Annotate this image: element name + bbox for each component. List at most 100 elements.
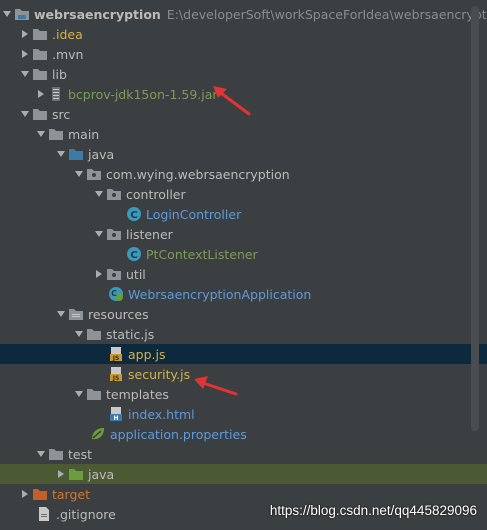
source-folder-icon [68,146,84,162]
chevron-right-icon[interactable] [54,464,68,484]
tree-label-util: util [126,266,146,282]
tree-label-index-html: index.html [128,406,195,422]
package-icon [106,186,122,202]
package-icon [86,166,102,182]
svg-text:JS: JS [112,375,120,382]
folder-icon [32,106,48,122]
js-file-icon: JS [108,346,124,362]
tree-label-test: test [68,446,93,462]
tree-label-main: main [68,126,100,142]
spring-boot-class-icon: C [108,286,124,302]
tree-row-index-html[interactable]: H index.html [0,404,487,424]
jar-icon [48,86,64,102]
vertical-scrollbar[interactable] [471,6,479,431]
chevron-down-icon[interactable] [72,384,86,404]
tree-row-templates[interactable]: templates [0,384,487,404]
tree-row-application-properties[interactable]: application.properties [0,424,487,444]
tree-row-resources[interactable]: resources [0,304,487,324]
tree-row-project[interactable]: webrsaencryption E:\developerSoft\workSp… [0,4,487,24]
tree-row-test-java[interactable]: java [0,464,487,484]
project-tree: webrsaencryption E:\developerSoft\workSp… [0,0,487,530]
excluded-folder-icon [32,486,48,502]
chevron-down-icon[interactable] [92,224,106,244]
java-class-icon: C [126,206,142,222]
svg-text:C: C [111,289,117,298]
tree-label-target: target [52,486,91,502]
test-folder-icon [68,466,84,482]
tree-label-templates: templates [106,386,169,402]
tree-row-main[interactable]: main [0,124,487,144]
chevron-right-icon[interactable] [18,44,32,64]
chevron-down-icon[interactable] [18,64,32,84]
java-class-icon: C [126,246,142,262]
tree-label-listener: listener [126,226,173,242]
chevron-right-icon[interactable] [18,24,32,44]
svg-text:JS: JS [112,355,120,362]
tree-label-application-properties: application.properties [110,426,247,442]
chevron-right-icon[interactable] [92,264,106,284]
tree-row-test[interactable]: test [0,444,487,464]
svg-text:C: C [130,250,137,261]
chevron-right-icon[interactable] [18,484,32,504]
tree-label-gitignore: .gitignore [56,506,116,522]
folder-icon [48,446,64,462]
watermark-text: https://blog.csdn.net/qq445829096 [269,503,477,518]
tree-label-test-java: java [88,466,115,482]
package-icon [106,226,122,242]
chevron-down-icon[interactable] [92,184,106,204]
tree-label-java: java [88,146,115,162]
module-folder-icon [14,6,30,22]
package-icon [106,266,122,282]
tree-row-app-js[interactable]: JS app.js [0,344,487,364]
chevron-down-icon[interactable] [54,144,68,164]
tree-row-package[interactable]: com.wying.webrsaencryption [0,164,487,184]
resources-folder-icon [68,306,84,322]
tree-label-mvn: .mvn [52,46,84,62]
tree-row-mvn[interactable]: .mvn [0,44,487,64]
js-file-icon: JS [108,366,124,382]
tree-row-login-controller[interactable]: C LoginController [0,204,487,224]
tree-row-target[interactable]: target [0,484,487,504]
tree-label-security-js: security.js [128,366,191,382]
tree-row-lib[interactable]: lib [0,64,487,84]
chevron-down-icon[interactable] [54,304,68,324]
chevron-down-icon[interactable] [72,164,86,184]
project-path: E:\developerSoft\workSpaceForIdea\webrsa… [166,6,487,22]
tree-row-context-listener[interactable]: C PtContextListener [0,244,487,264]
chevron-down-icon[interactable] [34,444,48,464]
tree-row-src[interactable]: src [0,104,487,124]
tree-label-src: src [52,106,71,122]
tree-label-idea: .idea [52,26,83,42]
chevron-down-icon[interactable] [0,4,14,24]
tree-label-package: com.wying.webrsaencryption [106,166,290,182]
chevron-down-icon[interactable] [34,124,48,144]
tree-label-app-js: app.js [128,346,166,362]
project-name: webrsaencryption [34,6,161,22]
file-icon [36,506,52,522]
tree-label-application-class: WebrsaencryptionApplication [128,286,312,302]
chevron-down-icon[interactable] [18,104,32,124]
tree-row-idea[interactable]: .idea [0,24,487,44]
tree-label-login-controller: LoginController [146,206,242,222]
chevron-right-icon[interactable] [34,84,48,104]
html-file-icon: H [108,406,124,422]
folder-icon [86,326,102,342]
tree-row-application-class[interactable]: C WebrsaencryptionApplication [0,284,487,304]
tree-row-java[interactable]: java [0,144,487,164]
tree-row-util[interactable]: util [0,264,487,284]
tree-row-static-js[interactable]: static.js [0,324,487,344]
tree-row-listener[interactable]: listener [0,224,487,244]
spring-icon [90,426,106,442]
folder-icon [32,46,48,62]
tree-label-static-js: static.js [106,326,155,342]
tree-row-security-js[interactable]: JS security.js [0,364,487,384]
folder-icon [86,386,102,402]
tree-label-lib: lib [52,66,67,82]
tree-row-controller[interactable]: controller [0,184,487,204]
tree-row-jar[interactable]: bcprov-jdk15on-1.59.jar [0,84,487,104]
tree-label-context-listener: PtContextListener [146,246,258,262]
folder-icon [48,126,64,142]
chevron-down-icon[interactable] [72,324,86,344]
tree-label-jar: bcprov-jdk15on-1.59.jar [68,86,218,102]
folder-icon [32,26,48,42]
